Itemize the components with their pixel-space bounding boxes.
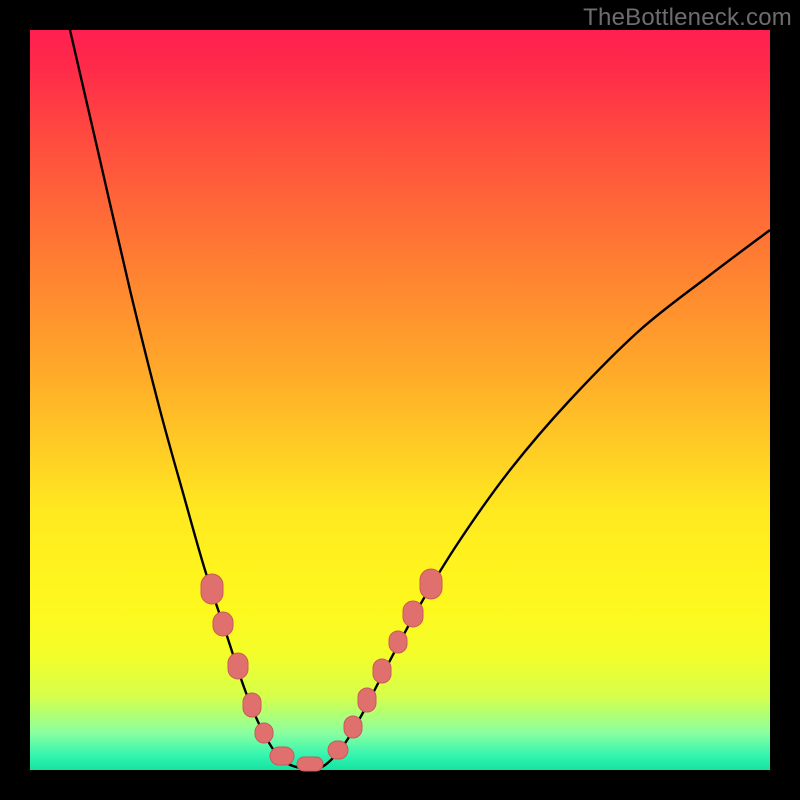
chart-svg <box>30 30 770 770</box>
outer-frame: TheBottleneck.com <box>0 0 800 800</box>
curve-marker <box>344 716 362 738</box>
curve-marker <box>358 688 376 712</box>
curve-marker <box>201 574 223 604</box>
curve-marker <box>373 659 391 683</box>
bottleneck-curve <box>70 30 770 770</box>
curve-marker <box>243 693 261 717</box>
curve-marker <box>297 757 323 771</box>
curve-marker <box>389 631 407 653</box>
curve-markers <box>201 569 442 771</box>
watermark-text: TheBottleneck.com <box>583 4 792 32</box>
curve-marker <box>270 747 294 765</box>
curve-marker <box>228 653 248 679</box>
curve-marker <box>420 569 442 599</box>
curve-marker <box>255 723 273 743</box>
curve-marker <box>328 741 348 759</box>
curve-marker <box>213 612 233 636</box>
curve-marker <box>403 601 423 627</box>
